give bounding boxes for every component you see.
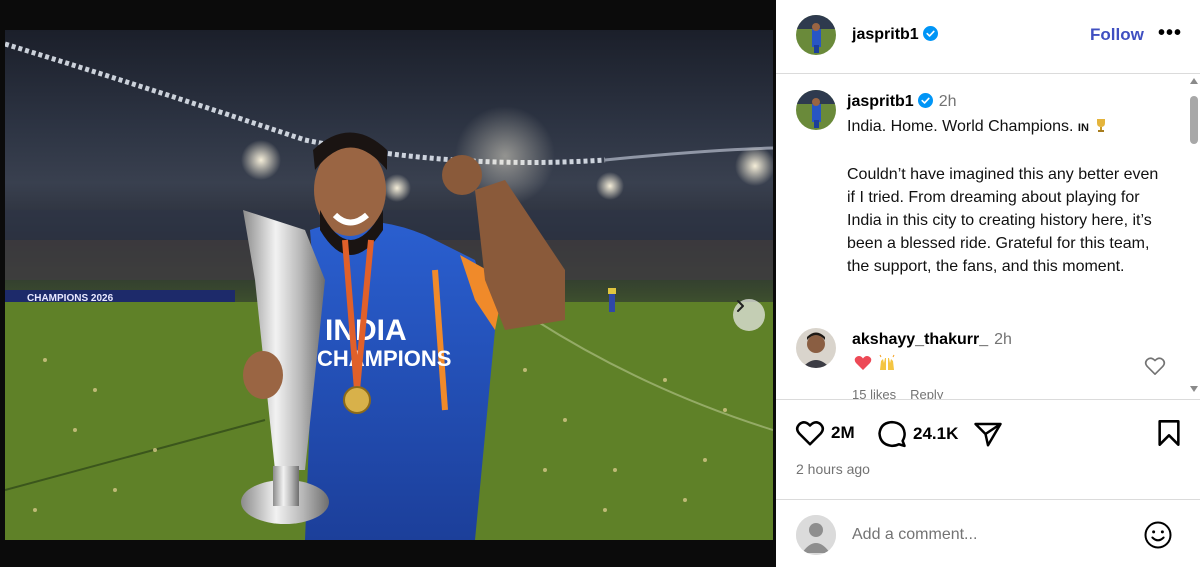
paper-plane-icon	[974, 422, 1002, 447]
comment-bubble-icon	[878, 420, 906, 448]
jersey-text-2: CHAMPIONS	[317, 346, 451, 371]
comment-button[interactable]: 24.1K	[877, 419, 958, 449]
like-button[interactable]: 2M	[795, 419, 855, 447]
author-username-text[interactable]: jaspritb1	[852, 26, 919, 43]
post-side-panel: jaspritb1 Follow ••• jaspritb1 2h India. …	[776, 0, 1200, 567]
india-flag-emoji: IN	[1077, 122, 1089, 134]
comment-reply-button[interactable]: Reply	[910, 387, 943, 399]
more-options-button[interactable]: •••	[1158, 22, 1182, 45]
author-username[interactable]: jaspritb1	[852, 26, 938, 44]
scroll-up-arrow-icon[interactable]	[1190, 78, 1198, 84]
raised-hands-emoji-icon	[879, 354, 895, 370]
carousel-next-button[interactable]	[733, 299, 765, 331]
caption-time: 2h	[938, 93, 957, 110]
caption-author-avatar[interactable]	[796, 90, 836, 130]
post-timestamp[interactable]: 2 hours ago	[796, 461, 870, 477]
comments-scrollbar[interactable]	[1188, 76, 1200, 398]
commenter-username[interactable]: akshayy_thakurr_	[852, 331, 988, 348]
author-avatar[interactable]	[796, 15, 836, 55]
verified-badge-icon	[922, 26, 938, 41]
comments-count[interactable]: 24.1K	[913, 424, 958, 444]
add-comment-input[interactable]	[852, 521, 1132, 549]
post-photo[interactable]: CHAMPIONS 2026 INDIA CHAMPIONS	[5, 30, 773, 540]
caption-line1: India. Home. World Champions.	[847, 118, 1074, 135]
emoji-picker-icon[interactable]	[1143, 520, 1173, 550]
media-pane: CHAMPIONS 2026 INDIA CHAMPIONS	[0, 0, 776, 567]
scrollbar-thumb[interactable]	[1190, 96, 1198, 144]
caption-author[interactable]: jaspritb1	[847, 93, 914, 110]
comments-scroll-area[interactable]: jaspritb1 2h India. Home. World Champions…	[776, 75, 1200, 400]
verified-badge-icon	[917, 93, 933, 108]
red-heart-emoji-icon	[854, 356, 872, 370]
scroll-down-arrow-icon[interactable]	[1190, 386, 1198, 392]
save-button[interactable]	[1156, 419, 1182, 447]
commenter-avatar-image	[796, 328, 836, 368]
caption-avatar-image	[796, 90, 836, 130]
comment-likes[interactable]: 15 likes	[852, 387, 896, 399]
comment-header: akshayy_thakurr_ 2h	[852, 331, 1012, 349]
comment-text	[854, 354, 896, 372]
follow-button[interactable]: Follow	[1090, 25, 1144, 45]
post-actions: 2M 24.1K 2 hours ago	[776, 400, 1200, 500]
chevron-right-icon	[737, 300, 744, 312]
current-user-avatar	[796, 515, 836, 555]
author-avatar-image	[796, 15, 836, 55]
comment-meta: 15 likes Reply	[852, 387, 957, 399]
caption-text: India. Home. World Champions. IN Couldn’…	[847, 115, 1167, 278]
caption-header: jaspritb1 2h	[847, 93, 956, 111]
bookmark-icon	[1158, 420, 1180, 446]
like-comment-heart-icon[interactable]	[1144, 356, 1166, 376]
default-user-icon	[796, 515, 836, 555]
share-button[interactable]	[973, 419, 1003, 449]
photo-illustration: CHAMPIONS 2026 INDIA CHAMPIONS	[5, 41, 773, 540]
trophy-icon	[1097, 119, 1106, 132]
heart-icon	[795, 421, 825, 446]
commenter-avatar[interactable]	[796, 328, 836, 368]
post-header: jaspritb1 Follow •••	[776, 0, 1200, 74]
add-comment-bar	[776, 501, 1200, 567]
comment-time: 2h	[994, 331, 1012, 348]
likes-count[interactable]: 2M	[831, 423, 855, 443]
caption-body: Couldn’t have imagined this any better e…	[847, 166, 1163, 275]
